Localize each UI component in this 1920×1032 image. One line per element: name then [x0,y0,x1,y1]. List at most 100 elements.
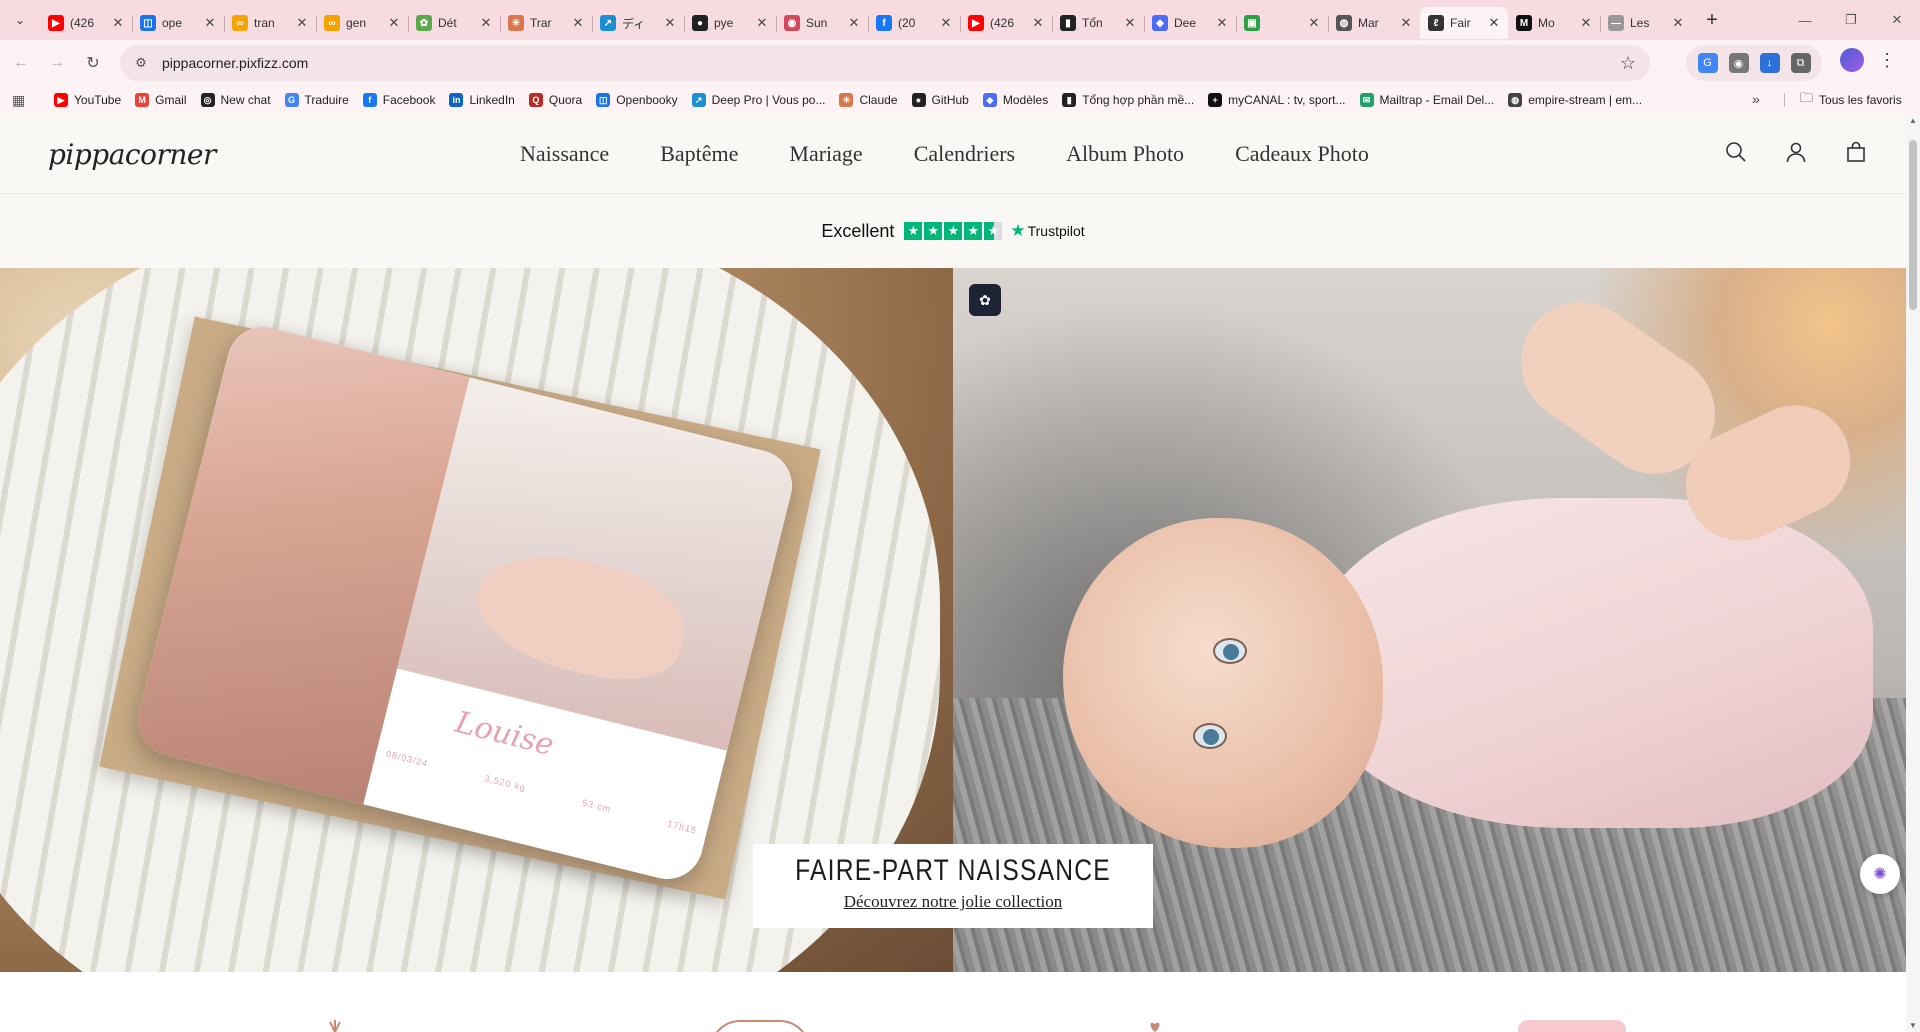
reload-button[interactable]: ↻ [78,48,108,78]
tab-close-icon[interactable]: ✕ [386,15,402,31]
bookmark-item[interactable]: G Traduire [284,93,349,107]
browser-tab[interactable]: ✿ Dét ✕ [408,7,500,39]
url-text[interactable]: pippacorner.pixfizz.com [162,55,308,71]
tab-close-icon[interactable]: ✕ [938,15,954,31]
bookmark-item[interactable]: f Facebook [362,93,435,107]
forward-button[interactable]: → [42,48,72,78]
nav-link-bapt-me[interactable]: Baptême [660,134,738,174]
bookmark-favicon-icon: ● [911,93,926,107]
cart-bag-icon[interactable] [1844,140,1868,164]
browser-tab[interactable]: M Mo ✕ [1508,7,1600,39]
screenshot-extension-icon[interactable]: ◉ [1728,53,1749,73]
tab-close-icon[interactable]: ✕ [1122,15,1138,31]
download-extension-icon[interactable]: ↓ [1759,53,1780,73]
browser-tab[interactable]: ▶ (426 ✕ [960,7,1052,39]
extensions-puzzle-icon[interactable]: ⧉ [1790,53,1811,73]
browser-tab[interactable]: f (20 ✕ [868,7,960,39]
back-button[interactable]: ← [6,48,36,78]
search-icon[interactable] [1724,140,1748,164]
scroll-thumb[interactable] [1909,140,1917,310]
tab-close-icon[interactable]: ✕ [1398,15,1414,31]
bookmark-item[interactable]: Q Quora [528,93,582,107]
minimize-button[interactable]: — [1782,0,1828,40]
bookmark-star-icon[interactable]: ☆ [1620,53,1636,74]
browser-tab[interactable]: ▶ (426 ✕ [40,7,132,39]
bookmark-item[interactable]: ◆ Modèles [982,93,1048,107]
tab-close-icon[interactable]: ✕ [1670,15,1686,31]
browser-tab[interactable]: ● pye ✕ [684,7,776,39]
scroll-down-arrow-icon[interactable]: ▼ [1909,1021,1917,1030]
bookmark-item[interactable]: ▮ Tổng hợp phần mề... [1062,93,1194,107]
browser-tab[interactable]: ∞ tran ✕ [224,7,316,39]
browser-tab[interactable]: ▮ Tổn ✕ [1052,7,1144,39]
tab-close-icon[interactable]: ✕ [1214,15,1230,31]
bookmark-item[interactable]: in LinkedIn [449,93,515,107]
nav-link-mariage[interactable]: Mariage [789,134,862,174]
close-window-button[interactable]: ✕ [1874,0,1920,40]
browser-tab[interactable]: ↗ ディ ✕ [592,7,684,39]
baby-eye-left [1213,638,1247,664]
tab-close-icon[interactable]: ✕ [110,15,126,31]
profile-avatar[interactable] [1840,48,1864,72]
browser-tab[interactable]: — Les ✕ [1600,7,1692,39]
bookmark-item[interactable]: ◎ New chat [200,93,271,107]
tab-close-icon[interactable]: ✕ [1486,15,1502,31]
trustpilot-bar[interactable]: Excellent ★ ★ ★ ★ ★ ★ Trustpilot [0,194,1906,268]
tab-close-icon[interactable]: ✕ [846,15,862,31]
browser-tab[interactable]: ◍ Mar ✕ [1328,7,1420,39]
bookmark-item[interactable]: ● GitHub [911,93,969,107]
scroll-up-arrow-icon[interactable]: ▲ [1909,116,1917,125]
tab-close-icon[interactable]: ✕ [1578,15,1594,31]
tab-title: Mo [1538,16,1555,30]
browser-tab[interactable]: ∞ gen ✕ [316,7,408,39]
tab-close-icon[interactable]: ✕ [1030,15,1046,31]
discover-collection-link[interactable]: Découvrez notre jolie collection [844,892,1063,912]
browser-tab[interactable]: ℓ Fair ✕ [1420,7,1508,39]
browser-tab[interactable]: ▣ ✕ [1236,7,1328,39]
bookmark-item[interactable]: ✳ Claude [839,93,898,107]
browser-menu-icon[interactable]: ⋮ [1878,50,1896,71]
apps-grid-icon[interactable]: ▦ [12,92,40,109]
translate-extension-icon[interactable]: G [1697,53,1718,73]
all-bookmarks-label: Tous les favoris [1819,93,1902,107]
bookmark-item[interactable]: ◍ empire-stream | em... [1508,93,1642,107]
nav-link-calendriers[interactable]: Calendriers [914,134,1015,174]
tab-title: ope [162,16,183,30]
all-bookmarks-folder[interactable]: 🗀 Tous les favoris [1800,86,1902,114]
nav-link-naissance[interactable]: Naissance [520,134,609,174]
hero-cta-box[interactable]: FAIRE-PART NAISSANCE Découvrez notre jol… [753,844,1153,928]
overlay-badge-icon[interactable]: ✿ [969,284,1001,316]
bookmark-item[interactable]: ↗ Deep Pro | Vous po... [691,93,825,107]
bookmark-item[interactable]: M Gmail [135,93,187,107]
bookmark-item[interactable]: + myCANAL : tv, sport... [1208,93,1346,107]
browser-tab[interactable]: ◫ ope ✕ [132,7,224,39]
nav-link-album-photo[interactable]: Album Photo [1066,134,1184,174]
address-bar[interactable]: ⚙ pippacorner.pixfizz.com ☆ [120,45,1650,81]
tab-close-icon[interactable]: ✕ [662,15,678,31]
site-logo[interactable]: pippacorner [48,138,216,171]
bookmark-item[interactable]: ▶ YouTube [54,93,121,107]
restore-button[interactable]: ❐ [1828,0,1874,40]
tab-favicon-icon: ✳ [508,15,524,31]
page-scrollbar[interactable]: ▲ ▼ [1906,114,1920,1032]
tab-close-icon[interactable]: ✕ [202,15,218,31]
browser-tab[interactable]: ◉ Sun ✕ [776,7,868,39]
browser-tab[interactable]: ◆ Dee ✕ [1144,7,1236,39]
tab-close-icon[interactable]: ✕ [754,15,770,31]
tab-close-icon[interactable]: ✕ [570,15,586,31]
account-icon[interactable] [1784,140,1808,164]
nav-link-cadeaux-photo[interactable]: Cadeaux Photo [1235,134,1369,174]
assistant-floating-icon[interactable]: ✺ [1860,854,1900,894]
tab-search-dropdown-icon[interactable]: ⌄ [0,0,40,40]
new-tab-button[interactable]: + [1698,6,1726,34]
bookmarks-bar: ▦ ▶ YouTube M Gmail ◎ New chat G Traduire f Faceb… [0,86,1920,114]
more-bookmarks-chevron-icon[interactable]: » [1752,91,1760,107]
tab-close-icon[interactable]: ✕ [478,15,494,31]
tab-close-icon[interactable]: ✕ [294,15,310,31]
bookmark-favicon-icon: ✉ [1359,93,1374,107]
site-info-icon[interactable]: ⚙ [128,50,154,76]
browser-tab[interactable]: ✳ Trar ✕ [500,7,592,39]
tab-close-icon[interactable]: ✕ [1306,15,1322,31]
bookmark-item[interactable]: ✉ Mailtrap - Email Del... [1359,93,1494,107]
bookmark-item[interactable]: ◫ Openbooky [596,93,678,107]
